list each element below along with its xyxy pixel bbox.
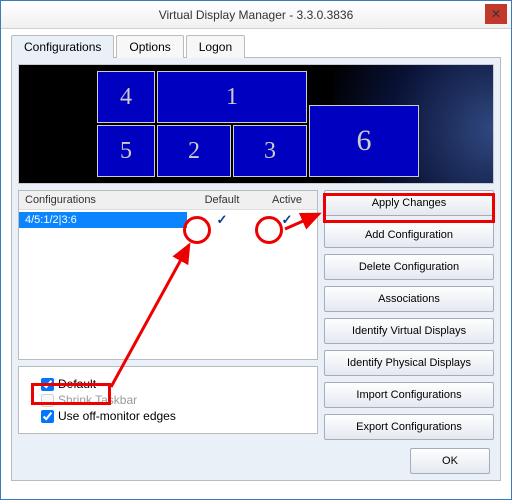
close-button[interactable]: ✕ (485, 4, 507, 24)
opt-shrink-row: Shrink Taskbar (41, 393, 309, 407)
col-default: Default (187, 191, 257, 209)
identify-physical-button[interactable]: Identify Physical Displays (324, 350, 494, 376)
shrink-checkbox (41, 394, 54, 407)
options-box: Default Shrink Taskbar Use off-monitor e… (18, 366, 318, 434)
content-area: Configurations Options Logon 4 5 1 2 3 6… (1, 29, 511, 491)
configurations-list[interactable]: Configurations Default Active 4/5:1/2|3:… (18, 190, 318, 360)
opt-offmonitor-row[interactable]: Use off-monitor edges (41, 409, 309, 423)
add-configuration-button[interactable]: Add Configuration (324, 222, 494, 248)
ok-button[interactable]: OK (410, 448, 490, 474)
action-buttons: Apply Changes Add Configuration Delete C… (324, 190, 494, 440)
close-icon: ✕ (491, 7, 501, 21)
region-4: 4 (97, 71, 155, 123)
col-configurations: Configurations (19, 191, 187, 209)
associations-button[interactable]: Associations (324, 286, 494, 312)
tab-configurations[interactable]: Configurations (11, 35, 114, 58)
offmonitor-checkbox[interactable] (41, 410, 54, 423)
region-6: 6 (309, 105, 419, 177)
list-header: Configurations Default Active (19, 191, 317, 210)
col-active: Active (257, 191, 317, 209)
apply-changes-button[interactable]: Apply Changes (324, 190, 494, 216)
tab-bar: Configurations Options Logon (11, 35, 501, 58)
default-checkbox[interactable] (41, 378, 54, 391)
row-default-check: ✓ (217, 212, 228, 227)
tab-options[interactable]: Options (116, 35, 183, 58)
app-window: Virtual Display Manager - 3.3.0.3836 ✕ C… (0, 0, 512, 500)
export-configurations-button[interactable]: Export Configurations (324, 414, 494, 440)
identify-virtual-button[interactable]: Identify Virtual Displays (324, 318, 494, 344)
titlebar: Virtual Display Manager - 3.3.0.3836 ✕ (1, 1, 511, 29)
shrink-label: Shrink Taskbar (58, 393, 137, 407)
region-2: 2 (157, 125, 231, 177)
tab-pane: 4 5 1 2 3 6 Configurations Default Activ… (11, 58, 501, 481)
import-configurations-button[interactable]: Import Configurations (324, 382, 494, 408)
tab-logon[interactable]: Logon (186, 35, 245, 58)
offmonitor-label: Use off-monitor edges (58, 409, 176, 423)
region-5: 5 (97, 125, 155, 177)
display-preview: 4 5 1 2 3 6 (18, 64, 494, 184)
row-active-check: ✓ (282, 212, 293, 227)
region-3: 3 (233, 125, 307, 177)
delete-configuration-button[interactable]: Delete Configuration (324, 254, 494, 280)
region-1: 1 (157, 71, 307, 123)
opt-default-row[interactable]: Default (41, 377, 309, 391)
row-name: 4/5:1/2|3:6 (19, 212, 187, 228)
list-row[interactable]: 4/5:1/2|3:6 ✓ ✓ (19, 210, 317, 230)
window-title: Virtual Display Manager - 3.3.0.3836 (159, 8, 354, 22)
default-label: Default (58, 377, 96, 391)
